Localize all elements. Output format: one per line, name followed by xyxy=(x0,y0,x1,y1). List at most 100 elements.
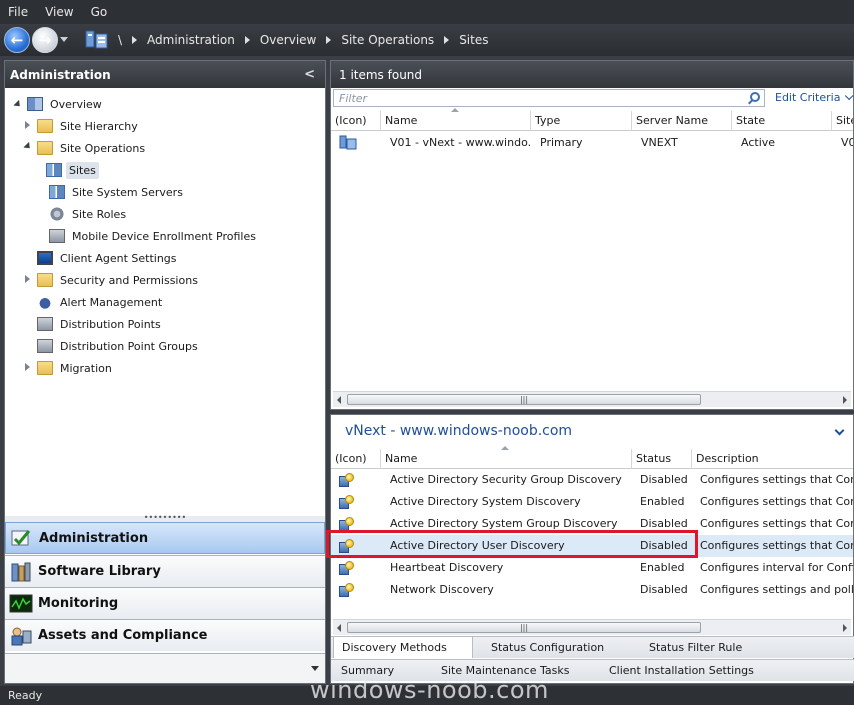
table-row[interactable]: Active Directory Security Group Discover… xyxy=(331,469,853,491)
tree-item-site-system-servers[interactable]: Site System Servers xyxy=(49,182,186,202)
tree-item-site-operations[interactable]: Site Operations xyxy=(37,138,148,158)
breadcrumb-separator-icon[interactable] xyxy=(444,36,450,44)
tree-item-label: Security and Permissions xyxy=(60,273,198,287)
filter-input[interactable]: Filter xyxy=(333,89,765,107)
navigation-pane-title: Administration xyxy=(10,67,111,82)
discovery-method-icon xyxy=(339,494,355,510)
expanded-twisty-icon[interactable] xyxy=(23,141,33,152)
tree-item-overview[interactable]: Overview xyxy=(27,94,105,114)
cell-status: Disabled xyxy=(640,583,688,596)
tree-item-site-roles[interactable]: Site Roles xyxy=(49,204,129,224)
gear-icon xyxy=(49,207,65,221)
workspace-monitoring-button[interactable]: Monitoring xyxy=(5,587,325,619)
administration-workspace-icon xyxy=(11,530,31,546)
results-horizontal-scrollbar[interactable]: ||| xyxy=(333,391,851,407)
folder-icon xyxy=(37,273,53,287)
navigation-bar: ← → \ Administration Overview Site Opera… xyxy=(0,24,854,56)
tree-item-distribution-point-groups[interactable]: Distribution Point Groups xyxy=(37,336,201,356)
folder-icon xyxy=(37,119,53,133)
cell-state: Active xyxy=(741,136,776,149)
scroll-right-icon[interactable] xyxy=(843,624,847,632)
scroll-right-icon[interactable] xyxy=(843,396,847,404)
cell-description: Configures settings that Config xyxy=(700,495,853,508)
tab-status-filter-rule[interactable]: Status Filter Rule xyxy=(641,637,750,658)
history-dropdown-icon[interactable] xyxy=(60,37,68,42)
workspace-administration-button[interactable]: Administration xyxy=(5,522,325,554)
forward-arrow-icon[interactable]: → xyxy=(32,27,58,53)
folder-icon xyxy=(37,141,53,155)
breadcrumb-administration[interactable]: Administration xyxy=(147,33,235,47)
table-row[interactable]: Network Discovery Disabled Configures se… xyxy=(331,579,853,601)
tab-client-installation-settings[interactable]: Client Installation Settings xyxy=(601,660,762,681)
tree-item-label: Site Operations xyxy=(60,141,146,155)
tree-item-migration[interactable]: Migration xyxy=(37,358,115,378)
column-header-server-name[interactable]: Server Name xyxy=(632,111,732,131)
details-horizontal-scrollbar[interactable]: ||| xyxy=(333,619,851,635)
table-row[interactable]: Active Directory System Discovery Enable… xyxy=(331,491,853,513)
tree-item-client-agent-settings[interactable]: Client Agent Settings xyxy=(37,248,180,268)
table-row[interactable]: V01 - vNext - www.windo... Primary VNEXT… xyxy=(331,132,853,154)
expanded-twisty-icon[interactable] xyxy=(13,99,23,110)
menu-file[interactable]: File xyxy=(8,5,28,19)
cell-name: Network Discovery xyxy=(390,583,494,596)
sites-icon xyxy=(46,163,62,177)
tab-discovery-methods[interactable]: Discovery Methods xyxy=(333,637,473,658)
breadcrumb-root[interactable]: \ xyxy=(118,33,122,47)
column-header-name[interactable]: Name xyxy=(381,111,531,131)
menu-view[interactable]: View xyxy=(45,5,73,19)
breadcrumb-overview[interactable]: Overview xyxy=(260,33,317,47)
tree-item-label: Site System Servers xyxy=(72,185,183,199)
results-pane: 1 items found Filter Edit Criteria (Icon… xyxy=(330,60,854,410)
column-header-icon[interactable]: (Icon) xyxy=(331,449,381,469)
collapsed-twisty-icon[interactable] xyxy=(25,275,30,283)
tree-item-mobile-device-enrollment-profiles[interactable]: Mobile Device Enrollment Profiles xyxy=(49,226,259,246)
workspace-label: Monitoring xyxy=(38,596,119,611)
breadcrumb-separator-icon[interactable] xyxy=(326,36,332,44)
chevron-down-icon[interactable] xyxy=(311,666,319,671)
tree-item-label: Site Hierarchy xyxy=(60,119,138,133)
edit-criteria-button[interactable]: Edit Criteria xyxy=(775,91,854,104)
workspace-label: Software Library xyxy=(38,564,161,579)
workspace-software-library-button[interactable]: Software Library xyxy=(5,555,325,587)
column-header-type[interactable]: Type xyxy=(531,111,632,131)
tree-item-label: Client Agent Settings xyxy=(60,251,177,265)
column-header-state[interactable]: State xyxy=(732,111,832,131)
tree-item-label: Distribution Points xyxy=(60,317,161,331)
scroll-left-icon[interactable] xyxy=(337,396,341,404)
results-table-header: (Icon) Name Type Server Name State Site xyxy=(331,108,853,131)
tree-item-label: Site Roles xyxy=(72,207,127,221)
breadcrumb-separator-icon[interactable] xyxy=(244,36,250,44)
scrollbar-thumb[interactable]: ||| xyxy=(347,394,701,405)
column-header-name[interactable]: Name xyxy=(381,449,632,469)
column-header-site[interactable]: Site xyxy=(832,111,853,131)
search-icon[interactable] xyxy=(750,92,760,102)
menu-go[interactable]: Go xyxy=(91,5,108,19)
tree-item-sites[interactable]: Sites xyxy=(46,160,99,180)
chevron-down-icon[interactable] xyxy=(834,425,845,436)
collapsed-twisty-icon[interactable] xyxy=(25,121,30,129)
back-arrow-icon[interactable]: ← xyxy=(4,27,30,53)
column-header-description[interactable]: Description xyxy=(692,449,853,469)
cell-server-name: VNEXT xyxy=(641,136,678,149)
breadcrumb-separator-icon[interactable] xyxy=(132,36,138,44)
results-count: 1 items found xyxy=(339,67,423,82)
tree-item-alert-management[interactable]: Alert Management xyxy=(37,292,165,312)
tree-item-security-and-permissions[interactable]: Security and Permissions xyxy=(37,270,201,290)
workspace-assets-and-compliance-button[interactable]: Assets and Compliance xyxy=(5,619,325,651)
scrollbar-thumb[interactable]: ||| xyxy=(347,622,701,633)
collapse-pane-icon[interactable]: < xyxy=(304,67,315,82)
scroll-left-icon[interactable] xyxy=(337,624,341,632)
tree-item-label: Migration xyxy=(60,361,112,375)
cell-description: Configures settings that Config xyxy=(700,517,853,530)
discovery-method-icon xyxy=(339,472,355,488)
breadcrumb-site-operations[interactable]: Site Operations xyxy=(341,33,434,47)
software-library-icon xyxy=(11,562,31,581)
collapsed-twisty-icon[interactable] xyxy=(25,363,30,371)
breadcrumb-sites[interactable]: Sites xyxy=(459,33,488,47)
tree-item-distribution-points[interactable]: Distribution Points xyxy=(37,314,164,334)
table-row[interactable]: Heartbeat Discovery Enabled Configures i… xyxy=(331,557,853,579)
column-header-status[interactable]: Status xyxy=(632,449,692,469)
tab-status-configuration[interactable]: Status Configuration xyxy=(483,637,612,658)
column-header-icon[interactable]: (Icon) xyxy=(331,111,381,131)
tree-item-site-hierarchy[interactable]: Site Hierarchy xyxy=(37,116,141,136)
